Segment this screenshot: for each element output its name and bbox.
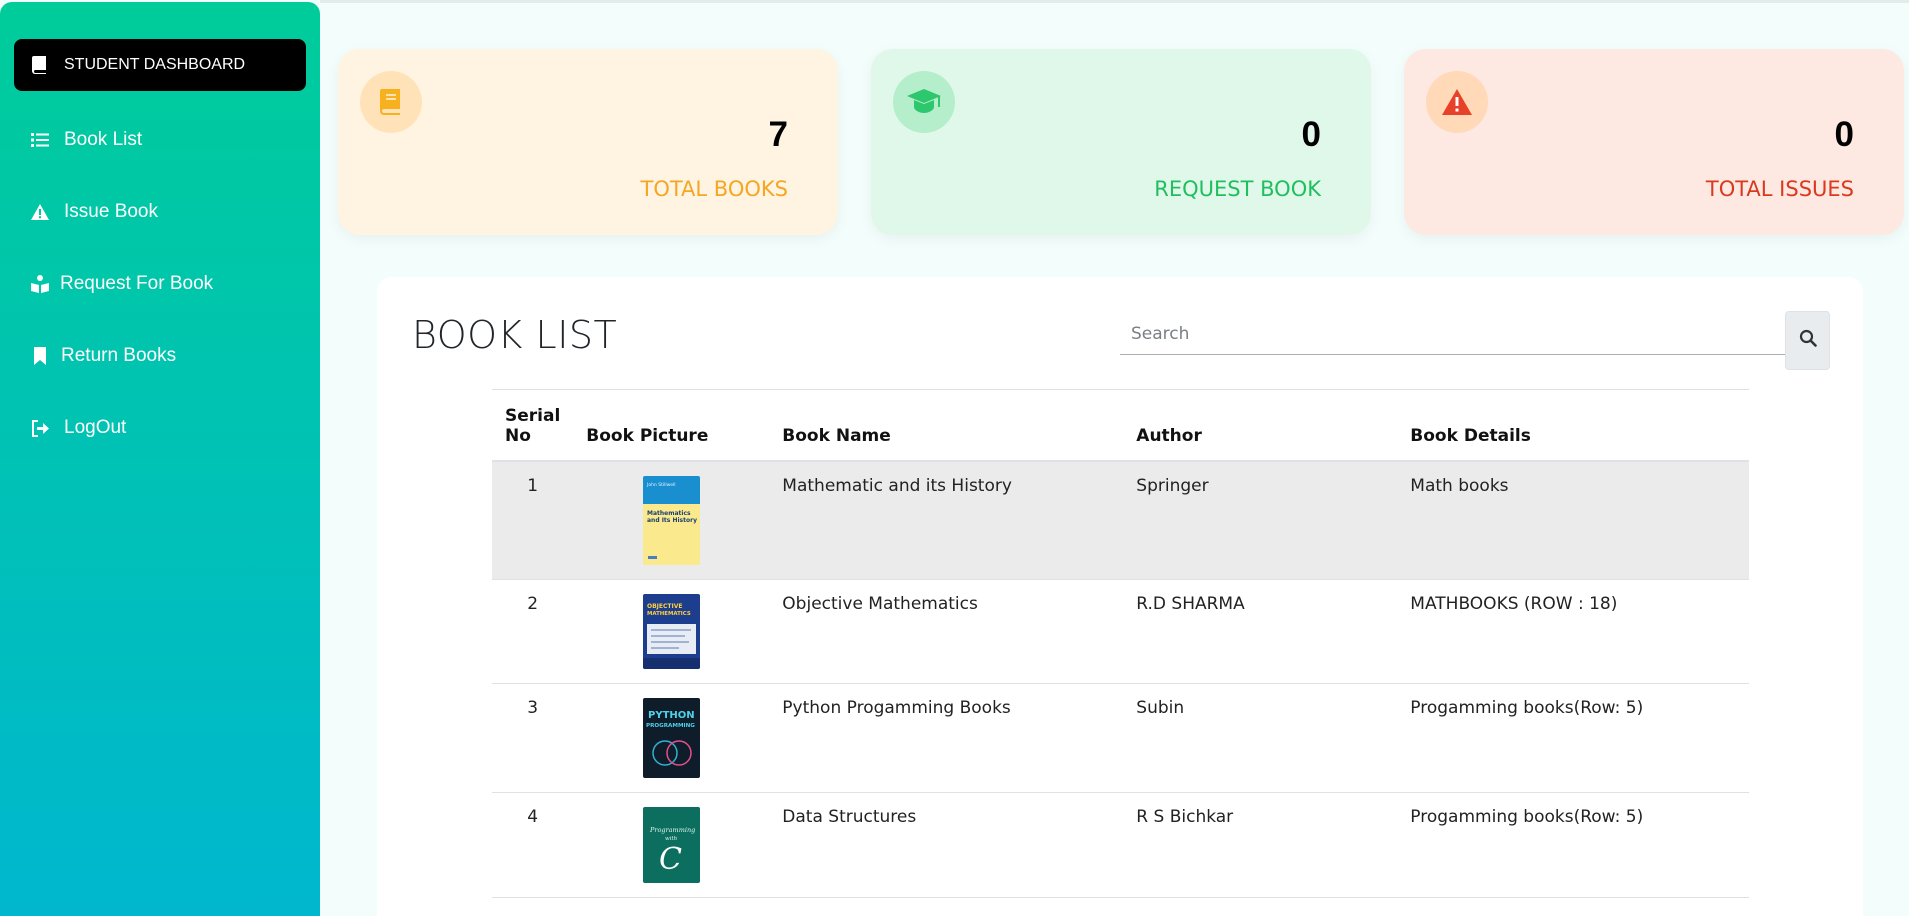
picture-cell: Programming with C bbox=[573, 792, 770, 898]
stat-value: 0 bbox=[1834, 115, 1854, 154]
stat-card-request-book: 0 REQUEST BOOK bbox=[871, 49, 1371, 235]
cover-title-text: OBJECTIVE bbox=[647, 603, 682, 610]
stat-card-total-issues: 0 TOTAL ISSUES bbox=[1404, 49, 1904, 235]
graduation-cap-icon bbox=[893, 71, 955, 133]
stat-value: 0 bbox=[1301, 115, 1321, 154]
details-cell: Math books bbox=[1397, 461, 1749, 580]
picture-cell: John Stillwell Mathematics and Its Histo… bbox=[573, 461, 770, 580]
list-icon bbox=[30, 130, 50, 150]
book-table: Serial No Book Picture Book Name Author … bbox=[492, 389, 1749, 898]
table-header-row: Serial No Book Picture Book Name Author … bbox=[492, 389, 1749, 462]
author-cell: R S Bichkar bbox=[1123, 792, 1398, 898]
table-row[interactable]: 4 Programming with C Data Structures R S… bbox=[492, 792, 1749, 898]
book-cover-image[interactable]: PYTHON PROGRAMMING bbox=[642, 698, 700, 778]
sidebar-item-label: LogOut bbox=[64, 417, 127, 438]
column-header-details: Book Details bbox=[1397, 389, 1749, 462]
book-name-cell: Python Progamming Books bbox=[769, 683, 1124, 793]
sidebar-item-return-books[interactable]: Return Books bbox=[30, 341, 176, 371]
column-header-author: Author bbox=[1123, 389, 1398, 462]
column-header-picture: Book Picture bbox=[573, 389, 770, 462]
details-cell: Progamming books(Row: 5) bbox=[1397, 792, 1749, 898]
sidebar-item-student-dashboard[interactable]: STUDENT DASHBOARD bbox=[14, 39, 306, 91]
column-header-name: Book Name bbox=[769, 389, 1124, 462]
book-cover-image[interactable]: John Stillwell Mathematics and Its Histo… bbox=[642, 476, 700, 565]
author-cell: Springer bbox=[1123, 461, 1398, 580]
table-row[interactable]: 1 John Stillwell Mathematics and Its His… bbox=[492, 461, 1749, 580]
author-cell: R.D SHARMA bbox=[1123, 579, 1398, 684]
top-border bbox=[320, 0, 1909, 3]
serial-cell: 2 bbox=[492, 579, 574, 684]
warning-icon bbox=[30, 202, 50, 222]
book-icon bbox=[30, 55, 50, 75]
sidebar-item-label: Request For Book bbox=[60, 273, 214, 294]
search-input[interactable] bbox=[1120, 313, 1785, 355]
stat-value: 7 bbox=[768, 115, 788, 154]
sidebar-item-request-for-book[interactable]: Request For Book bbox=[30, 269, 213, 299]
serial-cell: 1 bbox=[492, 461, 574, 580]
sidebar-item-logout[interactable]: LogOut bbox=[30, 413, 126, 443]
table-row[interactable]: 2 OBJECTIVE MATHEMATICS Objective Mathem… bbox=[492, 579, 1749, 684]
table-row[interactable]: 3 PYTHON PROGRAMMING Python Progamming B… bbox=[492, 683, 1749, 793]
details-cell: MATHBOOKS (ROW : 18) bbox=[1397, 579, 1749, 684]
sidebar: STUDENT DASHBOARD Book List Issue Book R… bbox=[0, 2, 320, 916]
warning-icon bbox=[1426, 71, 1488, 133]
book-list-panel: BOOK LIST Serial No Book Picture Book Na… bbox=[377, 277, 1863, 916]
reading-icon bbox=[30, 274, 50, 294]
stat-label: REQUEST BOOK bbox=[1154, 177, 1321, 201]
cover-title-text: MATHEMATICS bbox=[647, 611, 691, 617]
page-title: BOOK LIST bbox=[412, 313, 618, 357]
cover-title-text: PROGRAMMING bbox=[646, 723, 695, 729]
book-cover-image[interactable]: OBJECTIVE MATHEMATICS bbox=[642, 594, 700, 669]
search-icon bbox=[1799, 329, 1817, 352]
cover-title-text: C bbox=[659, 842, 682, 877]
search-button[interactable] bbox=[1785, 311, 1830, 370]
sidebar-item-label: Return Books bbox=[61, 345, 177, 366]
details-cell: Progamming books(Row: 5) bbox=[1397, 683, 1749, 793]
sign-out-icon bbox=[30, 418, 50, 438]
cover-title-text: PYTHON bbox=[648, 710, 695, 721]
picture-cell: PYTHON PROGRAMMING bbox=[573, 683, 770, 793]
stat-card-total-books: 7 TOTAL BOOKS bbox=[338, 49, 838, 235]
book-icon bbox=[360, 71, 422, 133]
sidebar-item-label: Issue Book bbox=[64, 201, 158, 222]
stat-label: TOTAL ISSUES bbox=[1705, 177, 1854, 201]
serial-cell: 3 bbox=[492, 683, 574, 793]
book-cover-image[interactable]: Programming with C bbox=[642, 807, 700, 883]
picture-cell: OBJECTIVE MATHEMATICS bbox=[573, 579, 770, 684]
sidebar-item-label: STUDENT DASHBOARD bbox=[64, 56, 246, 73]
book-name-cell: Objective Mathematics bbox=[769, 579, 1124, 684]
cover-title-text: Mathematics bbox=[647, 510, 691, 517]
sidebar-item-book-list[interactable]: Book List bbox=[30, 125, 142, 155]
column-header-serial: Serial No bbox=[492, 389, 574, 462]
cover-title-text: Programming bbox=[649, 826, 695, 834]
serial-cell: 4 bbox=[492, 792, 574, 898]
sidebar-item-issue-book[interactable]: Issue Book bbox=[30, 197, 158, 227]
bookmark-icon bbox=[30, 346, 50, 366]
sidebar-item-label: Book List bbox=[64, 129, 143, 150]
book-name-cell: Data Structures bbox=[769, 792, 1124, 898]
author-cell: Subin bbox=[1123, 683, 1398, 793]
cover-title-text: and Its History bbox=[647, 517, 697, 524]
stat-label: TOTAL BOOKS bbox=[640, 177, 789, 201]
book-name-cell: Mathematic and its History bbox=[769, 461, 1124, 580]
cover-author-text: John Stillwell bbox=[646, 482, 676, 488]
